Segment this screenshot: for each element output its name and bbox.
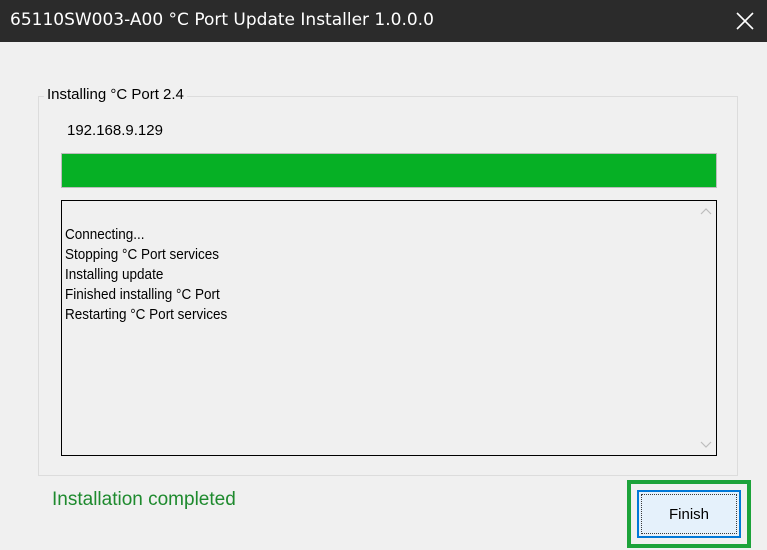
log-lines: Connecting... Stopping °C Port services In… xyxy=(65,225,227,325)
title-bar: 65110SW003-A00 °C Port Update Installer … xyxy=(0,0,767,42)
chevron-up-icon[interactable] xyxy=(700,207,712,215)
log-line: Stopping °C Port services xyxy=(65,246,219,263)
log-textbox[interactable]: Connecting... Stopping °C Port services In… xyxy=(61,200,717,456)
log-scrollbar[interactable] xyxy=(694,201,716,455)
finish-button[interactable]: Finish xyxy=(637,490,741,538)
ip-address-label: 192.168.9.129 xyxy=(67,122,163,139)
group-legend: Installing °C Port 2.4 xyxy=(44,86,187,103)
progress-bar xyxy=(61,153,717,188)
progress-bar-fill xyxy=(62,154,716,187)
chevron-down-icon[interactable] xyxy=(700,441,712,449)
log-line: Installing update xyxy=(65,266,164,283)
status-message: Installation completed xyxy=(52,489,236,510)
finish-button-label: Finish xyxy=(641,494,737,534)
log-line: Restarting °C Port services xyxy=(65,306,228,323)
close-button[interactable] xyxy=(723,0,767,42)
install-group-box: Installing °C Port 2.4 192.168.9.129 Con… xyxy=(38,86,738,476)
log-line: Finished installing °C Port xyxy=(65,286,220,303)
close-icon xyxy=(736,12,754,30)
installer-window: 65110SW003-A00 °C Port Update Installer … xyxy=(0,0,767,550)
log-line: Connecting... xyxy=(65,226,145,243)
window-title: 65110SW003-A00 °C Port Update Installer … xyxy=(10,10,434,30)
